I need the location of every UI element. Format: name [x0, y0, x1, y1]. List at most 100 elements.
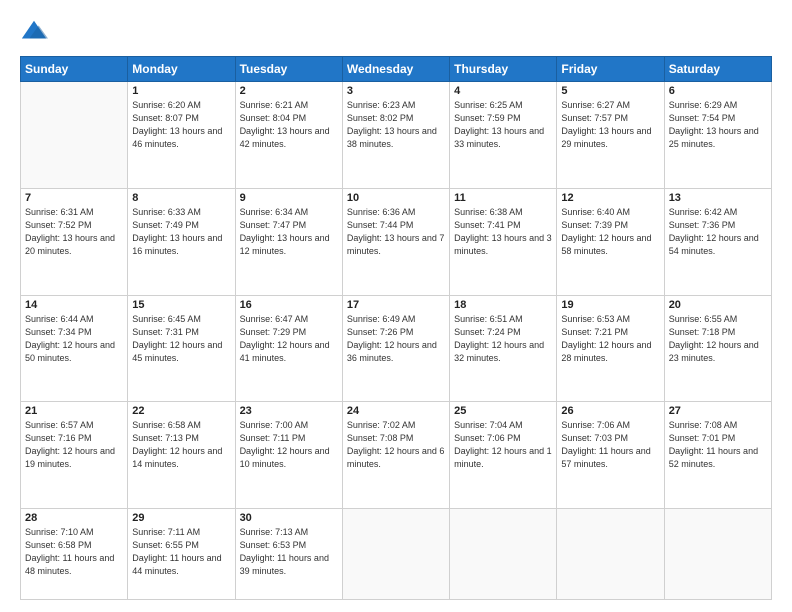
- day-number: 12: [561, 192, 659, 204]
- day-number: 19: [561, 299, 659, 311]
- day-number: 24: [347, 405, 445, 417]
- day-detail: Sunrise: 7:10 AMSunset: 6:58 PMDaylight:…: [25, 526, 123, 578]
- calendar-day-header: Tuesday: [235, 57, 342, 82]
- day-number: 27: [669, 405, 767, 417]
- day-number: 9: [240, 192, 338, 204]
- calendar-cell: [664, 509, 771, 600]
- day-detail: Sunrise: 7:02 AMSunset: 7:08 PMDaylight:…: [347, 419, 445, 471]
- calendar-cell: 1 Sunrise: 6:20 AMSunset: 8:07 PMDaylight…: [128, 82, 235, 189]
- calendar-cell: 23Sunrise: 7:00 AMSunset: 7:11 PMDayligh…: [235, 402, 342, 509]
- calendar-cell: [557, 509, 664, 600]
- calendar-cell: 30Sunrise: 7:13 AMSunset: 6:53 PMDayligh…: [235, 509, 342, 600]
- day-detail: Sunrise: 6:42 AMSunset: 7:36 PMDaylight:…: [669, 206, 767, 258]
- day-number: 30: [240, 512, 338, 524]
- calendar-cell: [342, 509, 449, 600]
- day-detail: Sunrise: 7:00 AMSunset: 7:11 PMDaylight:…: [240, 419, 338, 471]
- day-number: 5: [561, 85, 659, 97]
- calendar-cell: 17 Sunrise: 6:49 AMSunset: 7:26 PMDayligh…: [342, 295, 449, 402]
- calendar-table: SundayMondayTuesdayWednesdayThursdayFrid…: [20, 56, 772, 600]
- calendar-week-row: 28 Sunrise: 7:10 AMSunset: 6:58 PMDayligh…: [21, 509, 772, 600]
- day-detail: Sunrise: 6:45 AMSunset: 7:31 PMDaylight:…: [132, 313, 230, 365]
- calendar-cell: 7Sunrise: 6:31 AMSunset: 7:52 PMDaylight…: [21, 188, 128, 295]
- calendar-cell: 10 Sunrise: 6:36 AMSunset: 7:44 PMDayligh…: [342, 188, 449, 295]
- calendar-week-row: 1 Sunrise: 6:20 AMSunset: 8:07 PMDaylight…: [21, 82, 772, 189]
- day-detail: Sunrise: 6:25 AMSunset: 7:59 PMDaylight:…: [454, 99, 552, 151]
- day-detail: Sunrise: 6:40 AMSunset: 7:39 PMDaylight:…: [561, 206, 659, 258]
- calendar-day-header: Monday: [128, 57, 235, 82]
- calendar-cell: 11 Sunrise: 6:38 AMSunset: 7:41 PMDayligh…: [450, 188, 557, 295]
- day-detail: Sunrise: 7:11 AMSunset: 6:55 PMDaylight:…: [132, 526, 230, 578]
- day-detail: Sunrise: 6:44 AMSunset: 7:34 PMDaylight:…: [25, 313, 123, 365]
- day-detail: Sunrise: 6:34 AMSunset: 7:47 PMDaylight:…: [240, 206, 338, 258]
- calendar-cell: [21, 82, 128, 189]
- calendar-cell: 16 Sunrise: 6:47 AMSunset: 7:29 PMDayligh…: [235, 295, 342, 402]
- calendar-day-header: Friday: [557, 57, 664, 82]
- calendar-cell: 24 Sunrise: 7:02 AMSunset: 7:08 PMDayligh…: [342, 402, 449, 509]
- calendar-day-header: Wednesday: [342, 57, 449, 82]
- calendar-cell: [450, 509, 557, 600]
- calendar-cell: 12 Sunrise: 6:40 AMSunset: 7:39 PMDayligh…: [557, 188, 664, 295]
- day-detail: Sunrise: 6:29 AMSunset: 7:54 PMDaylight:…: [669, 99, 767, 151]
- calendar-day-header: Sunday: [21, 57, 128, 82]
- calendar-cell: 6 Sunrise: 6:29 AMSunset: 7:54 PMDaylight…: [664, 82, 771, 189]
- day-number: 2: [240, 85, 338, 97]
- calendar-cell: 14 Sunrise: 6:44 AMSunset: 7:34 PMDayligh…: [21, 295, 128, 402]
- logo: [20, 18, 52, 46]
- calendar-cell: 8 Sunrise: 6:33 AMSunset: 7:49 PMDaylight…: [128, 188, 235, 295]
- day-number: 7: [25, 192, 123, 204]
- calendar-cell: 15 Sunrise: 6:45 AMSunset: 7:31 PMDayligh…: [128, 295, 235, 402]
- day-detail: Sunrise: 7:06 AMSunset: 7:03 PMDaylight:…: [561, 419, 659, 471]
- day-number: 8: [132, 192, 230, 204]
- calendar-cell: 20 Sunrise: 6:55 AMSunset: 7:18 PMDayligh…: [664, 295, 771, 402]
- calendar-cell: 19 Sunrise: 6:53 AMSunset: 7:21 PMDayligh…: [557, 295, 664, 402]
- calendar-cell: 2 Sunrise: 6:21 AMSunset: 8:04 PMDaylight…: [235, 82, 342, 189]
- day-number: 11: [454, 192, 552, 204]
- day-number: 18: [454, 299, 552, 311]
- day-number: 29: [132, 512, 230, 524]
- day-detail: Sunrise: 6:55 AMSunset: 7:18 PMDaylight:…: [669, 313, 767, 365]
- day-number: 22: [132, 405, 230, 417]
- day-detail: Sunrise: 6:27 AMSunset: 7:57 PMDaylight:…: [561, 99, 659, 151]
- calendar-cell: 18Sunrise: 6:51 AMSunset: 7:24 PMDayligh…: [450, 295, 557, 402]
- header: [20, 18, 772, 46]
- calendar-cell: 5 Sunrise: 6:27 AMSunset: 7:57 PMDaylight…: [557, 82, 664, 189]
- day-detail: Sunrise: 6:36 AMSunset: 7:44 PMDaylight:…: [347, 206, 445, 258]
- day-number: 20: [669, 299, 767, 311]
- calendar-cell: 4Sunrise: 6:25 AMSunset: 7:59 PMDaylight…: [450, 82, 557, 189]
- day-number: 3: [347, 85, 445, 97]
- day-number: 28: [25, 512, 123, 524]
- day-number: 1: [132, 85, 230, 97]
- calendar-week-row: 7Sunrise: 6:31 AMSunset: 7:52 PMDaylight…: [21, 188, 772, 295]
- calendar-cell: 3Sunrise: 6:23 AMSunset: 8:02 PMDaylight…: [342, 82, 449, 189]
- day-detail: Sunrise: 6:38 AMSunset: 7:41 PMDaylight:…: [454, 206, 552, 258]
- day-number: 16: [240, 299, 338, 311]
- calendar-day-header: Saturday: [664, 57, 771, 82]
- day-number: 21: [25, 405, 123, 417]
- day-detail: Sunrise: 6:21 AMSunset: 8:04 PMDaylight:…: [240, 99, 338, 151]
- day-number: 14: [25, 299, 123, 311]
- day-number: 26: [561, 405, 659, 417]
- day-detail: Sunrise: 6:49 AMSunset: 7:26 PMDaylight:…: [347, 313, 445, 365]
- calendar-cell: 29 Sunrise: 7:11 AMSunset: 6:55 PMDayligh…: [128, 509, 235, 600]
- day-number: 25: [454, 405, 552, 417]
- calendar-cell: 22 Sunrise: 6:58 AMSunset: 7:13 PMDayligh…: [128, 402, 235, 509]
- calendar-day-header: Thursday: [450, 57, 557, 82]
- calendar-week-row: 21 Sunrise: 6:57 AMSunset: 7:16 PMDayligh…: [21, 402, 772, 509]
- day-detail: Sunrise: 6:47 AMSunset: 7:29 PMDaylight:…: [240, 313, 338, 365]
- calendar-cell: 28 Sunrise: 7:10 AMSunset: 6:58 PMDayligh…: [21, 509, 128, 600]
- calendar-week-row: 14 Sunrise: 6:44 AMSunset: 7:34 PMDayligh…: [21, 295, 772, 402]
- day-detail: Sunrise: 6:33 AMSunset: 7:49 PMDaylight:…: [132, 206, 230, 258]
- day-detail: Sunrise: 7:04 AMSunset: 7:06 PMDaylight:…: [454, 419, 552, 471]
- day-number: 15: [132, 299, 230, 311]
- day-detail: Sunrise: 6:53 AMSunset: 7:21 PMDaylight:…: [561, 313, 659, 365]
- calendar-cell: 9 Sunrise: 6:34 AMSunset: 7:47 PMDaylight…: [235, 188, 342, 295]
- day-detail: Sunrise: 6:57 AMSunset: 7:16 PMDaylight:…: [25, 419, 123, 471]
- day-detail: Sunrise: 6:20 AMSunset: 8:07 PMDaylight:…: [132, 99, 230, 151]
- calendar-cell: 21 Sunrise: 6:57 AMSunset: 7:16 PMDayligh…: [21, 402, 128, 509]
- calendar-header-row: SundayMondayTuesdayWednesdayThursdayFrid…: [21, 57, 772, 82]
- day-number: 17: [347, 299, 445, 311]
- calendar-cell: 13Sunrise: 6:42 AMSunset: 7:36 PMDayligh…: [664, 188, 771, 295]
- day-number: 6: [669, 85, 767, 97]
- day-detail: Sunrise: 6:58 AMSunset: 7:13 PMDaylight:…: [132, 419, 230, 471]
- day-number: 10: [347, 192, 445, 204]
